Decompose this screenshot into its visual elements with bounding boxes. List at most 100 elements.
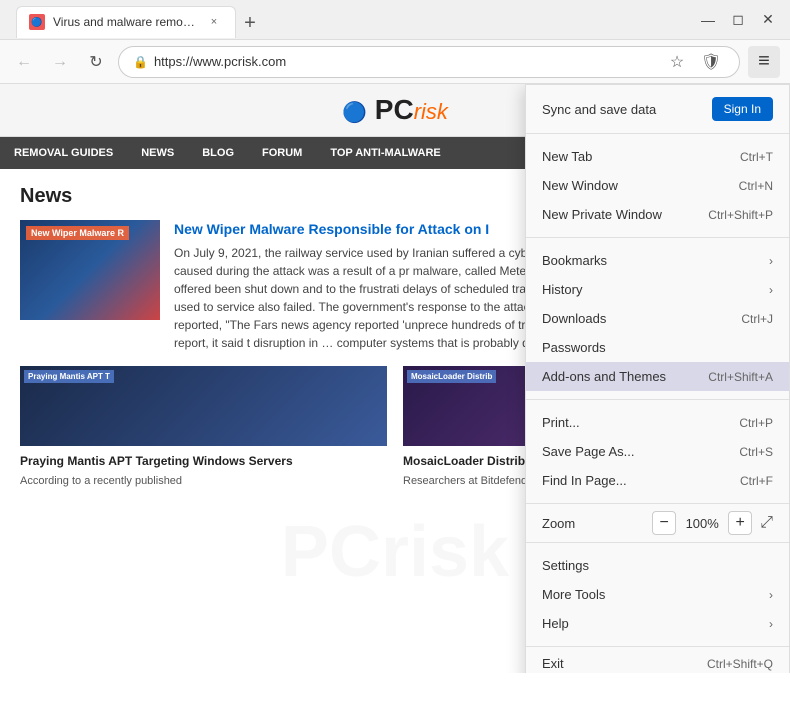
bookmarks-label: Bookmarks bbox=[542, 253, 607, 268]
help-arrow: › bbox=[769, 617, 773, 631]
logo-pc: PC bbox=[375, 94, 414, 125]
save-page-label: Save Page As... bbox=[542, 444, 635, 459]
exit-shortcut: Ctrl+Shift+Q bbox=[707, 657, 773, 671]
menu-item-new-private-window[interactable]: New Private Window Ctrl+Shift+P bbox=[526, 200, 789, 229]
save-page-shortcut: Ctrl+S bbox=[739, 445, 773, 459]
downloads-shortcut: Ctrl+J bbox=[741, 312, 773, 326]
menu-item-addons[interactable]: Add-ons and Themes Ctrl+Shift+A bbox=[526, 362, 789, 391]
zoom-in-button[interactable]: + bbox=[728, 511, 752, 535]
sign-in-button[interactable]: Sign In bbox=[712, 97, 773, 121]
logo-risk: risk bbox=[414, 99, 448, 124]
addons-shortcut: Ctrl+Shift+A bbox=[708, 370, 773, 384]
page-content: 🔵 PCrisk REMOVAL GUIDES NEWS BLOG FORUM … bbox=[0, 84, 790, 673]
address-bar: ← → ↻ 🔒 https://www.pcrisk.com ☆ 🛡 ≡ bbox=[0, 40, 790, 84]
sync-section: Sync and save data Sign In bbox=[526, 85, 789, 134]
more-tools-arrow: › bbox=[769, 588, 773, 602]
url-text: https://www.pcrisk.com bbox=[154, 54, 657, 69]
menu-item-exit[interactable]: Exit Ctrl+Shift+Q bbox=[526, 649, 789, 673]
zoom-label: Zoom bbox=[542, 516, 575, 531]
article-thumbnail: New Wiper Malware R bbox=[20, 220, 160, 320]
forward-button[interactable]: → bbox=[46, 48, 74, 76]
zoom-out-button[interactable]: − bbox=[652, 511, 676, 535]
menu-item-help[interactable]: Help › bbox=[526, 609, 789, 638]
watermark: PCrisk bbox=[281, 511, 509, 593]
tab-title: Virus and malware removal inst... bbox=[53, 15, 197, 29]
title-bar: 🔵 Virus and malware removal inst... × + … bbox=[0, 0, 790, 40]
card2-label: MosaicLoader Distrib bbox=[407, 370, 496, 383]
passwords-label: Passwords bbox=[542, 340, 606, 355]
close-button[interactable]: ✕ bbox=[756, 8, 780, 32]
settings-label: Settings bbox=[542, 558, 589, 573]
tab-bar: 🔵 Virus and malware removal inst... × + bbox=[10, 2, 688, 38]
find-label: Find In Page... bbox=[542, 473, 627, 488]
menu-item-downloads[interactable]: Downloads Ctrl+J bbox=[526, 304, 789, 333]
menu-item-new-tab[interactable]: New Tab Ctrl+T bbox=[526, 142, 789, 171]
menu-item-new-window[interactable]: New Window Ctrl+N bbox=[526, 171, 789, 200]
menu-section-exit: Exit Ctrl+Shift+Q bbox=[526, 647, 789, 673]
print-shortcut: Ctrl+P bbox=[739, 416, 773, 430]
history-arrow: › bbox=[769, 283, 773, 297]
menu-item-print[interactable]: Print... Ctrl+P bbox=[526, 408, 789, 437]
addons-label: Add-ons and Themes bbox=[542, 369, 666, 384]
lock-icon: 🔒 bbox=[133, 55, 148, 69]
browser-menu-button[interactable]: ≡ bbox=[748, 46, 780, 78]
url-bar[interactable]: 🔒 https://www.pcrisk.com ☆ 🛡 bbox=[118, 46, 740, 78]
thumb-label: New Wiper Malware R bbox=[26, 226, 129, 240]
nav-blog[interactable]: BLOG bbox=[188, 137, 248, 169]
new-tab-button[interactable]: + bbox=[236, 10, 264, 38]
news-card-1: Praying Mantis APT T Praying Mantis APT … bbox=[20, 366, 387, 489]
nav-forum[interactable]: FORUM bbox=[248, 137, 316, 169]
nav-removal-guides[interactable]: REMOVAL GUIDES bbox=[0, 137, 127, 169]
card1-thumbnail: Praying Mantis APT T bbox=[20, 366, 387, 446]
zoom-expand-icon[interactable]: ⤢ bbox=[760, 514, 773, 532]
downloads-label: Downloads bbox=[542, 311, 606, 326]
menu-item-settings[interactable]: Settings bbox=[526, 551, 789, 580]
minimize-button[interactable]: — bbox=[696, 8, 720, 32]
nav-top-antimalware[interactable]: TOP ANTI-MALWARE bbox=[316, 137, 454, 169]
find-shortcut: Ctrl+F bbox=[740, 474, 773, 488]
zoom-controls: − 100% + ⤢ bbox=[652, 511, 773, 535]
active-tab[interactable]: 🔵 Virus and malware removal inst... × bbox=[16, 6, 236, 38]
site-logo: 🔵 PCrisk bbox=[342, 94, 448, 126]
card1-label: Praying Mantis APT T bbox=[24, 370, 114, 383]
new-private-window-label: New Private Window bbox=[542, 207, 662, 222]
menu-item-save-page[interactable]: Save Page As... Ctrl+S bbox=[526, 437, 789, 466]
new-tab-label: New Tab bbox=[542, 149, 592, 164]
maximize-button[interactable]: ◻ bbox=[726, 8, 750, 32]
history-label: History bbox=[542, 282, 582, 297]
reload-button[interactable]: ↻ bbox=[82, 48, 110, 76]
card1-text: According to a recently published bbox=[20, 474, 387, 489]
shield-icon[interactable]: 🛡 bbox=[697, 48, 725, 76]
menu-section-page: Print... Ctrl+P Save Page As... Ctrl+S F… bbox=[526, 400, 789, 504]
more-tools-label: More Tools bbox=[542, 587, 605, 602]
menu-section-bookmarks: Bookmarks › History › Downloads Ctrl+J P… bbox=[526, 238, 789, 400]
help-label: Help bbox=[542, 616, 569, 631]
bookmark-icon[interactable]: ☆ bbox=[663, 48, 691, 76]
sync-label: Sync and save data bbox=[542, 102, 656, 117]
zoom-row: Zoom − 100% + ⤢ bbox=[526, 504, 789, 542]
window-controls: — ◻ ✕ bbox=[696, 8, 780, 32]
new-tab-shortcut: Ctrl+T bbox=[740, 150, 773, 164]
new-window-shortcut: Ctrl+N bbox=[739, 179, 773, 193]
exit-label: Exit bbox=[542, 656, 564, 671]
menu-section-settings: Settings More Tools › Help › bbox=[526, 543, 789, 647]
menu-item-more-tools[interactable]: More Tools › bbox=[526, 580, 789, 609]
nav-news[interactable]: NEWS bbox=[127, 137, 188, 169]
print-label: Print... bbox=[542, 415, 580, 430]
browser-dropdown-menu: Sync and save data Sign In New Tab Ctrl+… bbox=[525, 84, 790, 673]
menu-item-find-in-page[interactable]: Find In Page... Ctrl+F bbox=[526, 466, 789, 495]
new-private-window-shortcut: Ctrl+Shift+P bbox=[708, 208, 773, 222]
menu-section-zoom: Zoom − 100% + ⤢ bbox=[526, 504, 789, 543]
menu-item-bookmarks[interactable]: Bookmarks › bbox=[526, 246, 789, 275]
menu-section-tabs: New Tab Ctrl+T New Window Ctrl+N New Pri… bbox=[526, 134, 789, 238]
zoom-value: 100% bbox=[684, 516, 720, 531]
logo-dot-icon: 🔵 bbox=[342, 102, 367, 124]
tab-favicon: 🔵 bbox=[29, 14, 45, 30]
card1-title[interactable]: Praying Mantis APT Targeting Windows Ser… bbox=[20, 454, 387, 470]
menu-item-passwords[interactable]: Passwords bbox=[526, 333, 789, 362]
back-button[interactable]: ← bbox=[10, 48, 38, 76]
tab-close-button[interactable]: × bbox=[205, 13, 223, 31]
new-window-label: New Window bbox=[542, 178, 618, 193]
bookmarks-arrow: › bbox=[769, 254, 773, 268]
menu-item-history[interactable]: History › bbox=[526, 275, 789, 304]
